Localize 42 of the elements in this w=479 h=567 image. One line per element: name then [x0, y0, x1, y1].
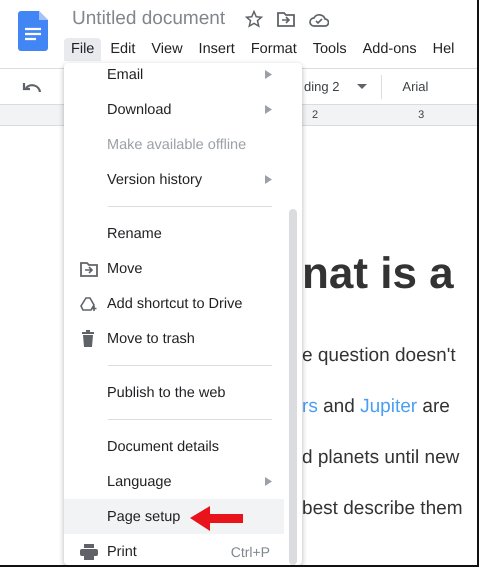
- paragraph-line: best describe them: [302, 497, 464, 521]
- font-dropdown[interactable]: Arial: [402, 79, 428, 94]
- drive-add-icon: [80, 296, 98, 312]
- menu-item[interactable]: Move to trash: [64, 321, 284, 356]
- menu-bar-item[interactable]: Hel: [426, 38, 462, 61]
- printer-icon: [80, 544, 98, 560]
- menu-item[interactable]: Version history: [64, 162, 284, 197]
- cloud-check-icon[interactable]: [309, 12, 330, 26]
- menu-item[interactable]: Download: [64, 92, 284, 127]
- menu-item[interactable]: Add shortcut to Drive: [64, 286, 284, 321]
- star-icon[interactable]: [245, 10, 264, 28]
- style-dropdown[interactable]: ding 2: [304, 79, 340, 94]
- ruler-number: 2: [312, 109, 318, 121]
- menu-item[interactable]: Move: [64, 251, 284, 286]
- menu-item[interactable]: Document details: [64, 429, 284, 464]
- menu-item[interactable]: Language: [64, 464, 284, 499]
- menu-bar-item[interactable]: Edit: [103, 38, 142, 61]
- document-heading: nat is a: [302, 248, 455, 300]
- paragraph-line: d planets until new: [302, 446, 460, 470]
- menu-item[interactable]: Publish to the web: [64, 375, 284, 410]
- paragraph-line: e question doesn't: [302, 344, 457, 368]
- ruler-number: 3: [418, 109, 424, 121]
- undo-icon[interactable]: [22, 80, 42, 92]
- menu-item[interactable]: Print Ctrl+P: [64, 534, 284, 565]
- dropdown-caret-icon[interactable]: [357, 84, 368, 89]
- menu-bar-item[interactable]: Tools: [306, 38, 354, 61]
- menu-bar-item[interactable]: Insert: [192, 38, 242, 61]
- menu-item[interactable]: Page setup: [64, 499, 284, 534]
- paragraph-line: rs and Jupiter are: [302, 395, 451, 419]
- scrollbar[interactable]: [289, 209, 297, 565]
- menu-bar-item[interactable]: Add-ons: [356, 38, 424, 61]
- menu-bar-item[interactable]: Format: [244, 38, 304, 61]
- menu-item[interactable]: Rename: [64, 216, 284, 251]
- menu-item[interactable]: Email: [64, 63, 284, 92]
- pointer-arrow-icon: [190, 505, 244, 531]
- docs-logo-icon[interactable]: [18, 11, 48, 51]
- folder-move-icon[interactable]: [277, 11, 296, 27]
- folder-move-icon: [80, 260, 98, 276]
- menu-bar-item[interactable]: File: [64, 38, 102, 61]
- menu-bar-item[interactable]: View: [144, 38, 190, 61]
- trash-icon: [80, 330, 96, 348]
- document-title[interactable]: Untitled document: [72, 8, 226, 30]
